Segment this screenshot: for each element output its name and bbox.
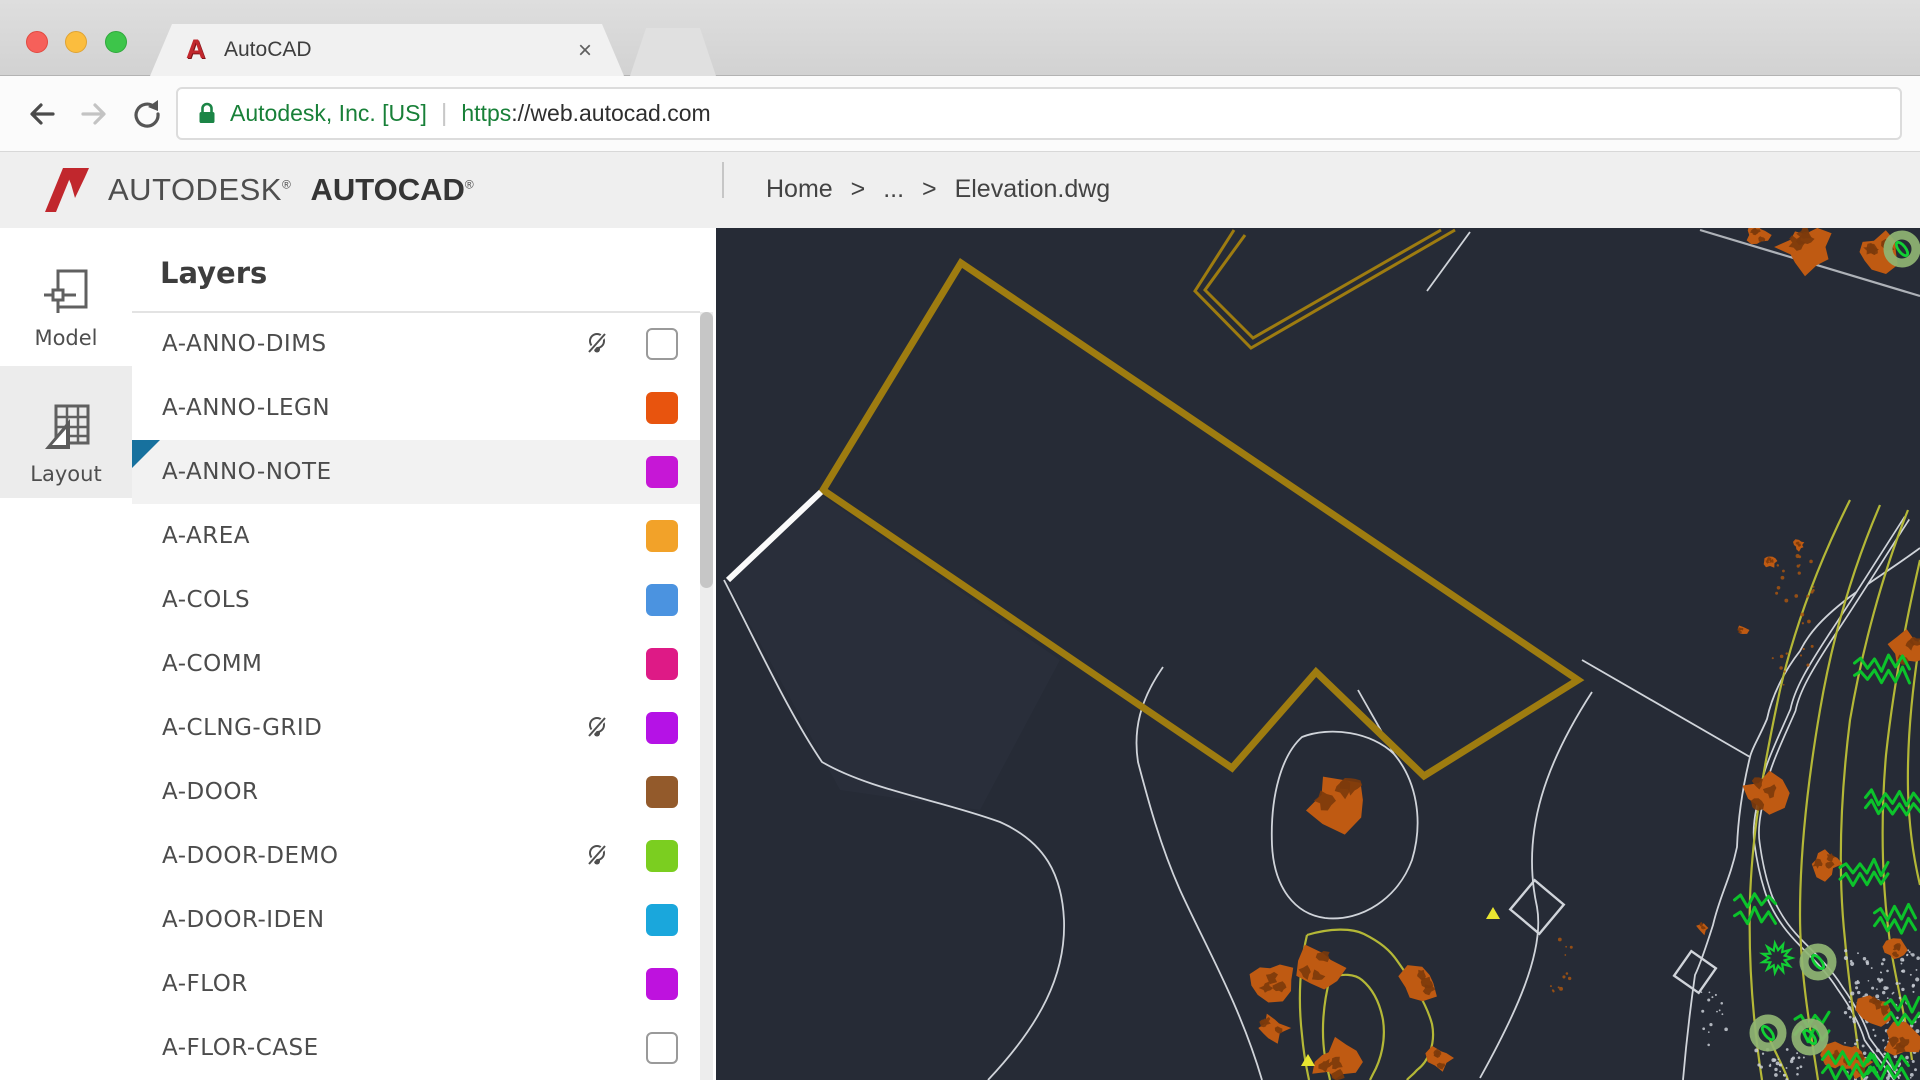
- app-header: AUTODESK® AUTOCAD® Home > ... > Elevatio…: [0, 152, 1920, 228]
- lightbulb-off-icon[interactable]: [584, 715, 610, 741]
- breadcrumb-separator: >: [922, 175, 937, 203]
- layer-color-swatch[interactable]: [646, 968, 678, 1000]
- layers-panel-title: Layers: [160, 256, 268, 290]
- breadcrumb-file: Elevation.dwg: [954, 175, 1111, 203]
- layer-color-swatch[interactable]: [646, 712, 678, 744]
- header-divider: [722, 162, 724, 198]
- rail-item-layout[interactable]: Layout: [0, 366, 132, 498]
- layer-name: A-FLOR-CASE: [162, 1035, 319, 1061]
- layer-row[interactable]: A-FLOR: [132, 952, 700, 1016]
- url-text: ://web.autocad.com: [511, 100, 711, 126]
- layers-scrollbar-thumb[interactable]: [700, 312, 713, 588]
- layer-row[interactable]: A-DOOR-IDEN: [132, 888, 700, 952]
- breadcrumb-separator: >: [850, 175, 866, 203]
- layer-name: A-COMM: [162, 651, 263, 677]
- tab-close-icon[interactable]: ×: [578, 37, 592, 65]
- layer-row[interactable]: A-DOOR-DEMO: [132, 824, 700, 888]
- url-protocol: https: [461, 100, 512, 126]
- selected-layer-wedge: [132, 440, 160, 468]
- breadcrumb: Home > ... > Elevation.dwg: [766, 175, 1121, 204]
- layer-row[interactable]: A-COLS: [132, 568, 700, 632]
- layer-row[interactable]: A-AREA: [132, 504, 700, 568]
- tab-strip: A AutoCAD ×: [0, 0, 1920, 76]
- rail-label-model: Model: [34, 326, 98, 350]
- lightbulb-off-icon[interactable]: [584, 331, 610, 357]
- layer-name: A-AREA: [162, 523, 251, 549]
- site-identity[interactable]: Autodesk, Inc. [US]: [230, 100, 427, 127]
- layer-color-swatch[interactable]: [646, 840, 678, 872]
- tab-title: AutoCAD: [224, 38, 312, 61]
- layer-row[interactable]: A-COMM: [132, 632, 700, 696]
- reload-button[interactable]: [130, 98, 164, 130]
- layer-color-swatch[interactable]: [646, 904, 678, 936]
- rail-label-layout: Layout: [30, 462, 102, 486]
- layer-name: A-CLNG-GRID: [162, 715, 323, 741]
- layer-color-swatch[interactable]: [646, 392, 678, 424]
- view-rail: Model Layout: [0, 228, 132, 1080]
- autocad-favicon-icon: A: [186, 34, 206, 64]
- breadcrumb-ellipsis[interactable]: ...: [883, 175, 904, 203]
- layer-color-swatch[interactable]: [646, 648, 678, 680]
- layer-row[interactable]: A-ANNO-NOTE: [132, 440, 700, 504]
- forward-button[interactable]: [78, 98, 112, 130]
- layer-color-swatch[interactable]: [646, 456, 678, 488]
- lock-icon: [199, 102, 215, 123]
- brand-lockup: AUTODESK® AUTOCAD®: [108, 172, 475, 207]
- layer-row[interactable]: A-ANNO-DIMS: [132, 312, 700, 376]
- model-crosshair-icon: [44, 269, 88, 313]
- breadcrumb-home[interactable]: Home: [766, 175, 833, 203]
- layer-row[interactable]: A-DOOR: [132, 760, 700, 824]
- layer-color-swatch[interactable]: [646, 520, 678, 552]
- layer-name: A-ANNO-NOTE: [162, 459, 332, 485]
- browser-window: A AutoCAD × Autodesk, Inc. [US] | https …: [0, 0, 1920, 1080]
- drawing-canvas-container: [716, 228, 1920, 1080]
- zoom-window-button[interactable]: [105, 31, 127, 53]
- layer-row[interactable]: A-FLOR-CASE: [132, 1016, 700, 1080]
- layer-color-swatch[interactable]: [646, 1032, 678, 1064]
- close-window-button[interactable]: [26, 31, 48, 53]
- layer-name: A-ANNO-LEGN: [162, 395, 331, 421]
- browser-toolbar: Autodesk, Inc. [US] | https ://web.autoc…: [0, 76, 1920, 152]
- layer-name: A-DOOR-DEMO: [162, 843, 339, 869]
- layer-color-swatch[interactable]: [646, 584, 678, 616]
- layer-name: A-COLS: [162, 587, 251, 613]
- minimize-window-button[interactable]: [65, 31, 87, 53]
- address-separator: |: [440, 99, 448, 127]
- layer-row[interactable]: A-ANNO-LEGN: [132, 376, 700, 440]
- back-button[interactable]: [24, 98, 58, 130]
- tab-new-background[interactable]: [630, 28, 716, 76]
- layers-scrollbar-track[interactable]: [700, 312, 713, 1080]
- drawing-canvas[interactable]: [716, 228, 1920, 1080]
- layer-name: A-FLOR: [162, 971, 248, 997]
- layer-name: A-DOOR: [162, 779, 259, 805]
- layer-name: A-DOOR-IDEN: [162, 907, 325, 933]
- tab-autocad[interactable]: A AutoCAD ×: [150, 24, 624, 76]
- layer-color-swatch[interactable]: [646, 328, 678, 360]
- layers-panel: Layers A-ANNO-DIMS A-ANNO-LEGN A-ANNO-NOTE…: [132, 228, 716, 1080]
- lightbulb-off-icon[interactable]: [584, 843, 610, 869]
- layer-color-swatch[interactable]: [646, 776, 678, 808]
- layer-name: A-ANNO-DIMS: [162, 331, 327, 357]
- layout-grid-triangle-icon: [45, 404, 90, 449]
- address-bar[interactable]: Autodesk, Inc. [US] | https ://web.autoc…: [176, 87, 1902, 140]
- layer-row[interactable]: A-CLNG-GRID: [132, 696, 700, 760]
- autodesk-logo-icon: [45, 168, 89, 212]
- rail-item-model[interactable]: Model: [0, 230, 132, 362]
